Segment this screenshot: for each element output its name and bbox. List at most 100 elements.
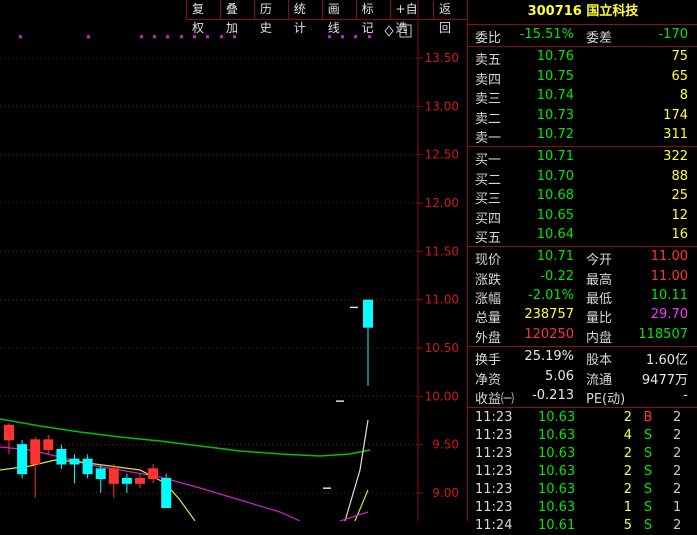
tick-list[interactable]: 11:23 10.63 2 B 2 11:23 10.63 4 S 2 11:2… [468, 408, 697, 535]
tick-count: 1 [673, 500, 682, 516]
pe-value: - [683, 388, 688, 404]
ask-label: 卖三 [475, 92, 502, 108]
tick-price: 10.63 [538, 446, 576, 462]
price-stats: 现价 10.71 今开 11.00 涨跌 -0.22 最高 11.00 涨幅 -… [468, 247, 697, 348]
bid-label: 买五 [475, 230, 502, 246]
tick-row: 11:23 10.63 2 S 2 [468, 481, 697, 499]
turnover: 25.19% [524, 349, 574, 365]
ma-line-white [344, 419, 369, 521]
fundamentals: 换手 25.19% 股本 1.60亿 净资 5.06 流通 9477万 收益㈠ … [468, 347, 697, 409]
candle-body [161, 478, 172, 508]
signal-marker [166, 35, 169, 39]
stock-name: 国立科技 [586, 4, 639, 19]
low-label: 最低 [586, 292, 613, 308]
ask-book: 卖五 10.76 75 卖四 10.75 65 卖三 10.74 8 卖二 10… [468, 47, 697, 148]
tick-price: 10.63 [538, 500, 576, 516]
draw-line-button[interactable]: 画线 [321, 0, 356, 35]
ask-row-3[interactable]: 卖三 10.74 8 [468, 87, 697, 108]
volume-label: 总量 [475, 311, 502, 327]
ma-line-magenta [0, 446, 301, 521]
ma-line-short [354, 489, 369, 521]
tick-row: 11:23 10.63 2 B 2 [468, 409, 697, 427]
signal-marker [180, 35, 183, 39]
overlay-button[interactable]: 叠加 [219, 0, 254, 35]
tick-price: 10.63 [538, 410, 576, 426]
signal-marker [354, 35, 357, 39]
tick-time: 11:23 [475, 482, 513, 498]
tick-count: 2 [673, 428, 682, 444]
ask-label: 卖五 [475, 53, 502, 69]
weicha-label: 委差 [586, 31, 613, 46]
ask-volume: 8 [679, 88, 688, 104]
y-tick-label: 11.50 [425, 244, 459, 258]
tick-side: S [643, 482, 653, 498]
volume-ratio: 29.70 [650, 307, 688, 323]
tick-volume: 1 [623, 500, 632, 516]
statistics-button[interactable]: 统计 [287, 0, 322, 35]
open-price: 11.00 [650, 249, 688, 265]
weibi-value: -15.51% [519, 27, 574, 42]
ask-row-5[interactable]: 卖五 10.76 75 [468, 48, 697, 69]
tick-time: 11:23 [475, 410, 513, 426]
ask-row-1[interactable]: 卖一 10.72 311 [468, 126, 697, 146]
bid-row-2[interactable]: 买二 10.70 88 [468, 168, 697, 188]
tick-volume: 4 [623, 428, 632, 444]
tick-volume: 2 [623, 446, 632, 462]
eps-label: 收益㈠ [475, 392, 515, 408]
tick-count: 2 [673, 410, 682, 426]
turnover-label: 换手 [475, 353, 502, 369]
tick-row: 11:23 10.63 1 S 1 [468, 499, 697, 517]
bid-price: 10.68 [536, 188, 574, 204]
ask-price: 10.72 [536, 126, 574, 142]
y-tick-label: 10.00 [425, 389, 459, 403]
kline-chart-area[interactable]: 13.50 13.00 12.50 12.00 11.50 11.00 10.50 10.00… [0, 0, 467, 521]
signal-marker [19, 35, 22, 39]
signal-marker [206, 35, 209, 39]
volume-ratio-label: 量比 [586, 311, 613, 327]
ask-label: 卖四 [475, 72, 502, 88]
ask-row-4[interactable]: 卖四 10.75 65 [468, 68, 697, 88]
bid-row-3[interactable]: 买三 10.68 25 [468, 187, 697, 207]
add-watchlist-button[interactable]: +自选 [389, 0, 434, 35]
tick-volume: 2 [623, 410, 632, 426]
ask-label: 卖一 [475, 130, 502, 146]
bid-row-4[interactable]: 买四 10.65 12 [468, 207, 697, 227]
net-asset-label: 净资 [475, 372, 502, 388]
bid-row-5[interactable]: 买五 10.64 16 [468, 226, 697, 246]
tick-side: S [643, 428, 653, 444]
low-price: 10.11 [650, 288, 688, 304]
bid-volume: 12 [671, 207, 688, 223]
current-price: 10.71 [536, 249, 574, 265]
tick-side: S [643, 446, 653, 462]
history-button[interactable]: 历史 [253, 0, 288, 35]
ask-volume: 174 [663, 107, 688, 123]
current-price-label: 现价 [475, 253, 502, 269]
back-button[interactable]: 返回 [433, 0, 467, 35]
ask-price: 10.73 [536, 107, 574, 123]
tick-price: 10.63 [538, 428, 576, 444]
chart-toolbar: 复权 叠加 历史 统计 画线 标记 +自选 返回 [186, 0, 467, 35]
share-capital-label: 股本 [586, 353, 613, 369]
y-tick-label: 12.50 [425, 148, 459, 162]
ask-row-2[interactable]: 卖二 10.73 174 [468, 107, 697, 127]
bid-label: 买一 [475, 153, 502, 169]
inner-volume-label: 内盘 [586, 330, 613, 346]
mark-button[interactable]: 标记 [355, 0, 390, 35]
tick-row: 11:24 10.61 5 S 2 [468, 517, 697, 535]
bid-label: 买四 [475, 211, 502, 227]
total-volume: 238757 [524, 307, 574, 323]
weibi-section: 委比 -15.51% 委差 -170 [468, 25, 697, 48]
fuquan-button[interactable]: 复权 [186, 0, 220, 35]
ask-label: 卖二 [475, 111, 502, 127]
signal-marker [220, 35, 223, 39]
candle-body [30, 439, 41, 465]
open-label: 今开 [586, 253, 613, 269]
tick-time: 11:23 [475, 500, 513, 516]
bid-row-1[interactable]: 买一 10.71 322 [468, 148, 697, 169]
kline-chart[interactable]: 13.50 13.00 12.50 12.00 11.50 11.00 10.50 10.00… [0, 0, 467, 521]
candle-body [4, 424, 14, 441]
tick-side: S [643, 464, 653, 480]
signal-marker [87, 35, 90, 39]
bid-label: 买二 [475, 172, 502, 188]
diamond-icon [384, 25, 394, 37]
